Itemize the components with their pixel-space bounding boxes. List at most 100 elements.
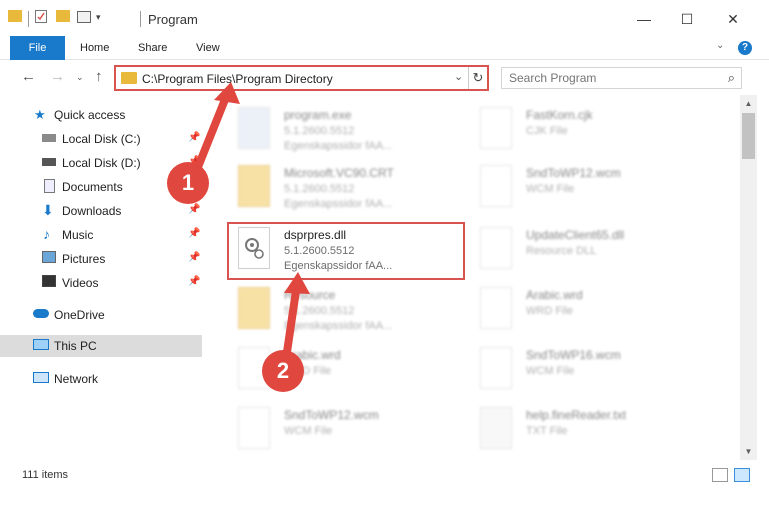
sidebar-item-pictures[interactable]: Pictures 📌 — [0, 248, 202, 270]
callout-badge-2: 2 — [262, 350, 304, 392]
file-type: Resource DLL — [526, 245, 597, 257]
tab-home[interactable]: Home — [80, 36, 109, 60]
text-file-icon — [480, 407, 512, 449]
address-dropdown-icon[interactable]: ⌄ — [454, 70, 463, 83]
document-icon — [480, 165, 512, 207]
network-icon — [33, 372, 49, 383]
window-title: Program — [148, 12, 198, 27]
folder-icon — [238, 287, 270, 329]
file-type: WCM File — [526, 365, 575, 377]
view-options-icon[interactable] — [77, 11, 91, 23]
download-icon: ⬇ — [42, 202, 54, 218]
navigation-pane: ★ Quick access Local Disk (C:) 📌 Local D… — [0, 100, 205, 460]
search-input[interactable] — [509, 68, 719, 88]
close-button[interactable]: ✕ — [715, 6, 751, 32]
customize-toolbar-icon[interactable]: ▾ — [96, 12, 101, 23]
sidebar-item-downloads[interactable]: ⬇ Downloads 📌 — [0, 200, 202, 222]
sidebar-item-network[interactable]: Network — [0, 368, 202, 390]
sidebar-item-this-pc[interactable]: This PC — [0, 335, 202, 357]
file-item[interactable]: Microsoft.VC90.CRT 5.1.2600.5512 Egenska… — [222, 158, 462, 216]
music-icon: ♪ — [43, 226, 50, 242]
file-version: 5.1.2600.5512 — [284, 183, 355, 195]
documents-icon — [44, 179, 55, 193]
pictures-icon — [42, 251, 56, 263]
scroll-down-icon[interactable]: ▼ — [740, 443, 757, 460]
sidebar-item-onedrive[interactable]: OneDrive — [0, 304, 202, 326]
sidebar-item-quick-access[interactable]: ★ Quick access — [0, 104, 202, 126]
document-icon — [480, 287, 512, 329]
recent-locations-icon[interactable]: ⌄ — [76, 72, 84, 83]
up-arrow-icon[interactable]: ↑ — [95, 68, 103, 85]
folder-icon[interactable] — [8, 10, 22, 22]
file-name: FastKorn.cjk — [526, 108, 593, 122]
sidebar-item-label: Local Disk (C:) — [62, 132, 141, 146]
maximize-button[interactable]: ☐ — [669, 6, 705, 32]
sidebar-item-local-disk-c[interactable]: Local Disk (C:) 📌 — [0, 128, 202, 150]
file-item[interactable]: SndToWP12.wcm WCM File — [222, 400, 462, 458]
computer-icon — [33, 339, 49, 350]
vertical-scrollbar[interactable]: ▲ ▼ — [740, 95, 757, 460]
separator — [140, 11, 141, 27]
scrollbar-thumb[interactable] — [742, 113, 755, 159]
file-type: TXT File — [526, 425, 568, 437]
address-bar[interactable]: C:\Program Files\Program Directory ⌄ ↻ — [114, 65, 489, 91]
file-item[interactable]: program.exe 5.1.2600.5512 Egenskapssidor… — [222, 100, 462, 158]
file-description: Egenskapssidor fAA... — [284, 320, 393, 332]
file-item[interactable]: help.fineReader.txt TXT File — [464, 400, 704, 458]
ribbon: File Home Share View ⌄ ? — [0, 36, 769, 60]
cloud-icon — [33, 309, 49, 318]
file-name: SndToWP12.wcm — [284, 408, 379, 422]
star-icon: ★ — [34, 107, 46, 122]
file-type: WCM File — [284, 425, 333, 437]
large-icons-view-icon[interactable] — [734, 468, 750, 482]
navigation-bar: ← → ⌄ ↑ C:\Program Files\Program Directo… — [0, 62, 769, 92]
file-highlight-box — [227, 222, 465, 280]
folder-icon — [238, 165, 270, 207]
new-folder-icon[interactable] — [56, 10, 70, 22]
separator — [28, 11, 29, 27]
sidebar-item-label: This PC — [54, 339, 97, 353]
file-item[interactable]: SndToWP16.wcm WCM File — [464, 340, 704, 398]
file-item[interactable]: Arabic.wrd WRD File — [464, 280, 704, 338]
file-item[interactable]: Arabic.wrd WRD File — [222, 340, 462, 398]
tab-view[interactable]: View — [196, 36, 220, 60]
help-icon[interactable]: ? — [738, 41, 752, 55]
file-description: Egenskapssidor fAA... — [284, 198, 393, 210]
refresh-button[interactable]: ↻ — [468, 67, 487, 89]
scroll-up-icon[interactable]: ▲ — [740, 95, 757, 112]
expand-ribbon-icon[interactable]: ⌄ — [716, 40, 724, 51]
sidebar-item-label: Pictures — [62, 252, 106, 266]
pin-icon[interactable]: 📌 — [188, 276, 200, 287]
back-arrow-icon[interactable]: ← — [21, 68, 36, 85]
details-view-icon[interactable] — [712, 468, 728, 482]
search-icon[interactable]: ⌕ — [728, 70, 735, 86]
drive-icon — [42, 158, 56, 166]
pin-icon[interactable]: 📌 — [188, 132, 200, 143]
pin-icon[interactable]: 📌 — [188, 228, 200, 239]
file-type: WCM File — [526, 183, 575, 195]
file-name: help.fineReader.txt — [526, 408, 627, 422]
file-name: Microsoft.VC90.CRT — [284, 166, 394, 180]
sidebar-item-label: Local Disk (D:) — [62, 156, 141, 170]
properties-icon[interactable] — [35, 10, 47, 23]
sidebar-item-label: Quick access — [54, 108, 126, 122]
search-box[interactable]: ⌕ — [501, 67, 742, 89]
file-item[interactable]: FastKorn.cjk CJK File — [464, 100, 704, 158]
sidebar-item-music[interactable]: ♪ Music 📌 — [0, 224, 202, 246]
file-item[interactable]: SndToWP12.wcm WCM File — [464, 158, 704, 216]
address-path[interactable]: C:\Program Files\Program Directory — [142, 72, 333, 86]
tab-file[interactable]: File — [10, 36, 65, 60]
forward-arrow-icon[interactable]: → — [50, 68, 65, 85]
tab-share[interactable]: Share — [138, 36, 167, 60]
sidebar-item-label: Downloads — [62, 204, 122, 218]
sidebar-item-videos[interactable]: Videos 📌 — [0, 272, 202, 294]
sidebar-item-label: Documents — [62, 180, 123, 194]
file-name: SndToWP12.wcm — [526, 166, 621, 180]
file-description: Egenskapssidor fAA... — [284, 140, 393, 152]
file-item[interactable]: Resource 5.1.2600.5512 Egenskapssidor fA… — [222, 280, 462, 338]
file-name: UpdateClient65.dll — [526, 228, 625, 242]
pin-icon[interactable]: 📌 — [188, 204, 200, 215]
pin-icon[interactable]: 📌 — [188, 252, 200, 263]
minimize-button[interactable]: — — [626, 6, 662, 32]
file-item[interactable]: UpdateClient65.dll Resource DLL — [464, 220, 704, 278]
